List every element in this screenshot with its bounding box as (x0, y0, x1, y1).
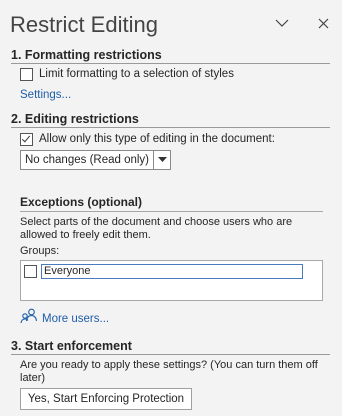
allow-editing-checkbox[interactable] (20, 132, 33, 146)
limit-formatting-option[interactable]: Limit formatting to a selection of style… (20, 67, 234, 81)
allow-editing-label: Allow only this type of editing in the d… (39, 133, 275, 145)
enforcement-question-line2: later) (20, 372, 46, 384)
users-icon (20, 308, 38, 329)
pane-title: Restrict Editing (10, 12, 158, 37)
editing-type-value: No changes (Read only) (25, 154, 150, 166)
exceptions-divider (20, 211, 323, 212)
formatting-restrictions-heading: 1. Formatting restrictions (11, 48, 162, 62)
exceptions-description-line1: Select parts of the document and choose … (20, 216, 293, 228)
editing-type-dropdown[interactable]: No changes (Read only) (20, 150, 171, 170)
restrict-editing-pane: Restrict Editing 1. Formatting restricti… (0, 0, 342, 416)
limit-formatting-label: Limit formatting to a selection of style… (39, 68, 234, 80)
dropdown-arrow-icon[interactable] (153, 151, 170, 169)
enforcement-question-line1: Are you ready to apply these settings? (… (20, 359, 318, 371)
limit-formatting-checkbox[interactable] (20, 67, 33, 81)
exceptions-heading: Exceptions (optional) (20, 195, 143, 209)
groups-label: Groups: (20, 245, 60, 257)
everyone-checkbox[interactable] (24, 265, 37, 278)
close-pane-button[interactable] (312, 12, 334, 34)
group-row-everyone[interactable]: Everyone (24, 264, 303, 279)
more-users-button[interactable]: More users... (20, 308, 109, 329)
editing-restrictions-heading: 2. Editing restrictions (11, 112, 139, 126)
task-pane-options-button[interactable] (271, 12, 293, 34)
section-divider (11, 354, 330, 355)
start-enforcing-protection-button[interactable]: Yes, Start Enforcing Protection (20, 388, 192, 410)
group-name-everyone[interactable]: Everyone (41, 264, 303, 279)
close-icon (318, 18, 329, 29)
settings-link[interactable]: Settings... (20, 88, 71, 102)
exceptions-description-line2: allowed to freely edit them. (20, 229, 151, 241)
start-enforcement-heading: 3. Start enforcement (11, 339, 132, 353)
groups-list[interactable]: Everyone (20, 260, 323, 301)
chevron-down-icon (275, 18, 289, 28)
more-users-link[interactable]: More users... (42, 312, 109, 326)
section-divider (11, 63, 330, 64)
section-divider (11, 127, 330, 128)
allow-editing-option[interactable]: Allow only this type of editing in the d… (20, 132, 275, 146)
